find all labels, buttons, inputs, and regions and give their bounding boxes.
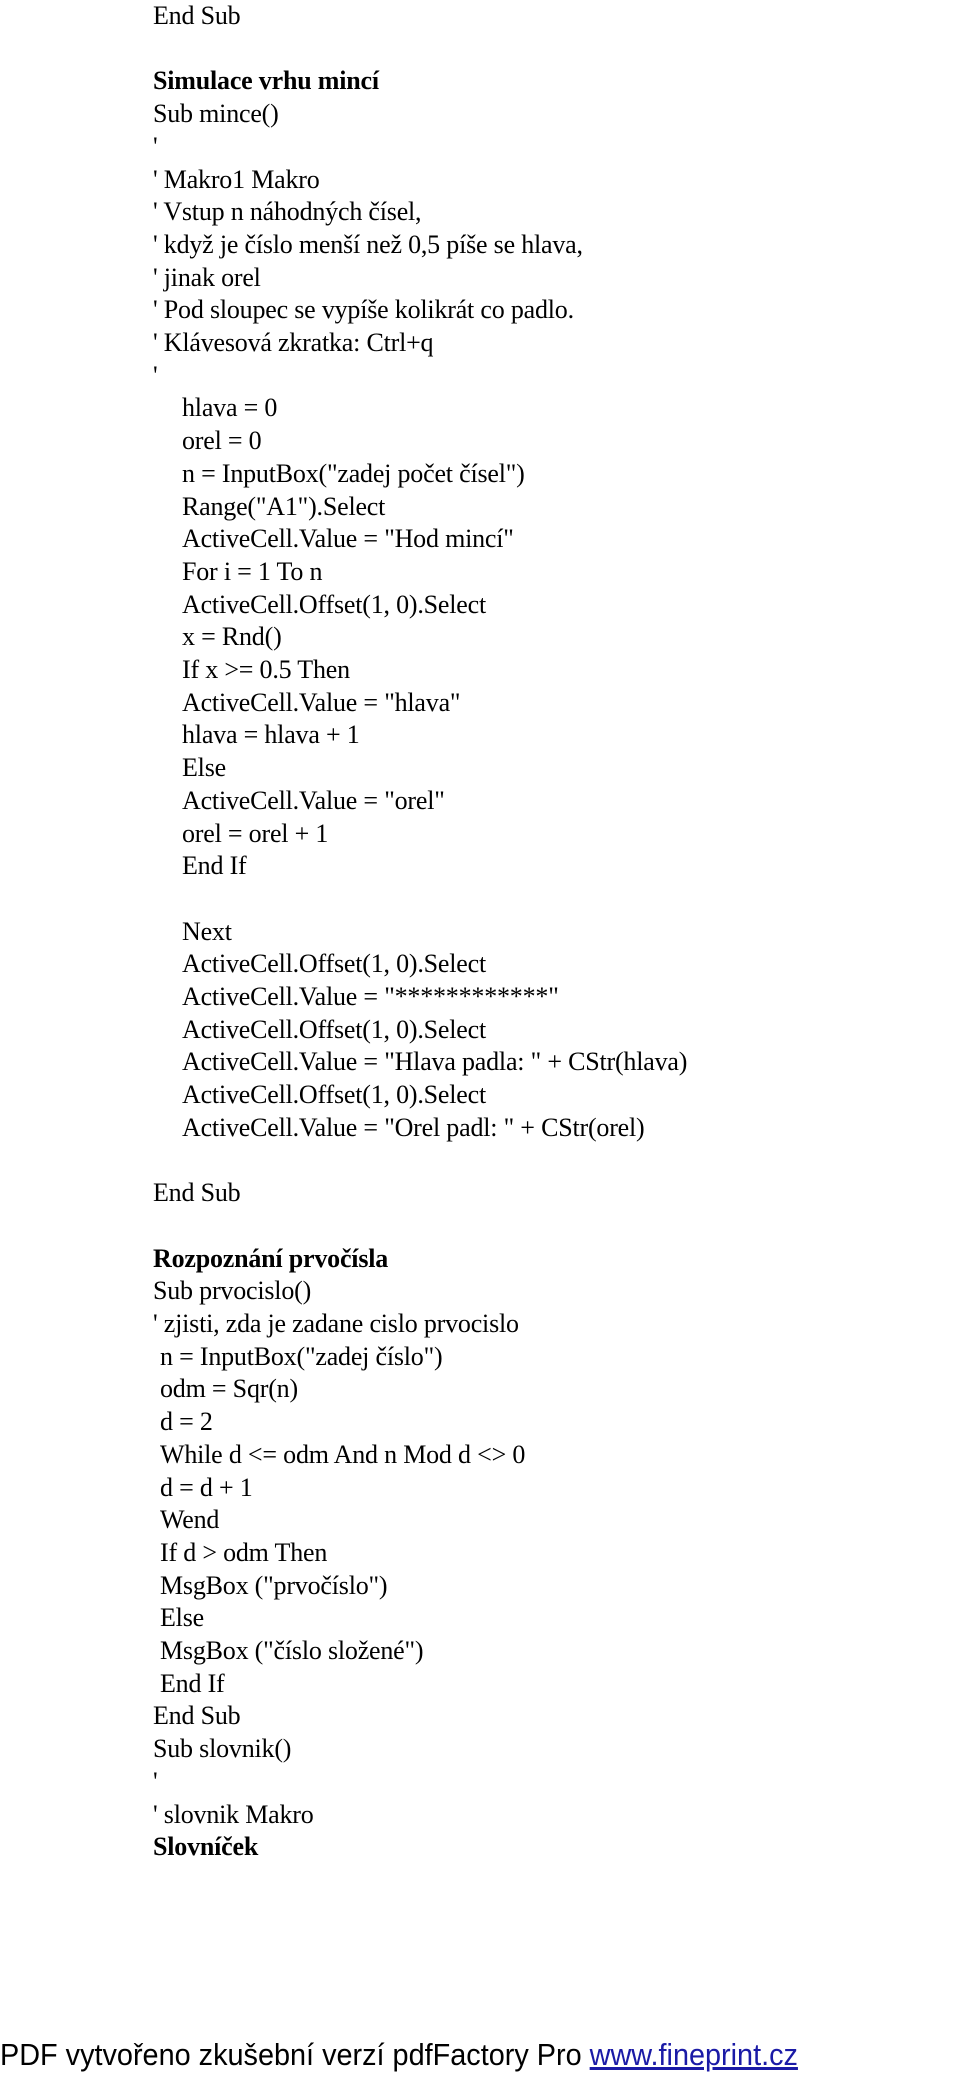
code-line: For i = 1 To n [182,556,323,586]
code-line: orel = orel + 1 [182,818,329,848]
code-line: Sub prvocislo() [153,1276,312,1306]
code-line: odm = Sqr(n) [160,1374,298,1404]
code-line: MsgBox ("číslo složené") [160,1636,424,1665]
code-line: n = InputBox("zadej počet čísel") [182,458,525,488]
code-line: ActiveCell.Value = "Hlava padla: " + CSt… [182,1047,688,1077]
code-line: ActiveCell.Value = "orel" [182,785,445,815]
code-line: ' [153,131,158,161]
code-line: Sub slovnik() [153,1734,292,1764]
code-line: ' Makro1 Makro [153,164,320,194]
code-line: ActiveCell.Offset(1, 0).Select [182,1080,486,1110]
code-line: Else [182,753,226,783]
code-line: End If [160,1668,225,1698]
code-line: ' zjisti, zda je zadane cislo prvocislo [153,1309,519,1338]
code-line: ActiveCell.Value = "hlava" [182,687,461,717]
code-line: ActiveCell.Value = "Hod mincí" [182,524,514,554]
code-line: orel = 0 [182,426,262,456]
code-line: hlava = 0 [182,393,278,423]
code-line: ' když je číslo menší než 0,5 píše se hl… [153,229,583,259]
code-line: x = Rnd() [182,622,282,652]
section-heading: Simulace vrhu mincí [153,66,379,96]
code-line: ' slovnik Makro [153,1799,314,1829]
code-line: While d <= odm And n Mod d <> 0 [160,1439,526,1469]
code-line: End Sub [153,1178,241,1208]
code-line: If d > odm Then [160,1537,328,1567]
code-line: ActiveCell.Value = "************" [182,982,559,1011]
code-line: ActiveCell.Offset(1, 0).Select [182,949,486,979]
code-line: ' [153,1766,158,1796]
footer-link[interactable]: www.fineprint.cz [590,2037,798,2072]
code-line: ' Vstup n náhodných čísel, [153,197,422,227]
code-line: ' Klávesová zkratka: Ctrl+q [153,328,434,357]
code-line: ActiveCell.Value = "Orel padl: " + CStr(… [182,1112,645,1142]
code-line: hlava = hlava + 1 [182,720,360,750]
code-line: ' [153,360,158,390]
code-line: End Sub [153,1701,241,1731]
code-line: MsgBox ("prvočíslo") [160,1570,388,1600]
footer-text: PDF vytvořeno zkušební verzí pdfFactory … [0,2037,590,2072]
code-line: End If [182,851,247,881]
code-line: Else [160,1603,204,1633]
code-line: Sub mince() [153,99,279,129]
code-line: ActiveCell.Offset(1, 0).Select [182,1014,486,1044]
code-line: ' jinak orel [153,262,261,292]
code-line: Range("A1").Select [182,491,386,521]
code-line: ActiveCell.Offset(1, 0).Select [182,589,486,619]
code-line: n = InputBox("zadej číslo") [160,1341,443,1371]
code-line: Wend [160,1505,220,1535]
code-line: d = d + 1 [160,1472,253,1502]
pdf-watermark-footer: PDF vytvořeno zkušební verzí pdfFactory … [0,2036,893,2074]
section-heading: Slovníček [153,1832,259,1862]
code-line: If x >= 0.5 Then [182,655,350,684]
code-line: ' Pod sloupec se vypíše kolikrát co padl… [153,295,574,325]
code-line: End Sub [153,1,241,30]
code-line: d = 2 [160,1407,213,1437]
code-line: Next [182,916,232,946]
section-heading: Rozpoznání prvočísla [153,1243,389,1273]
